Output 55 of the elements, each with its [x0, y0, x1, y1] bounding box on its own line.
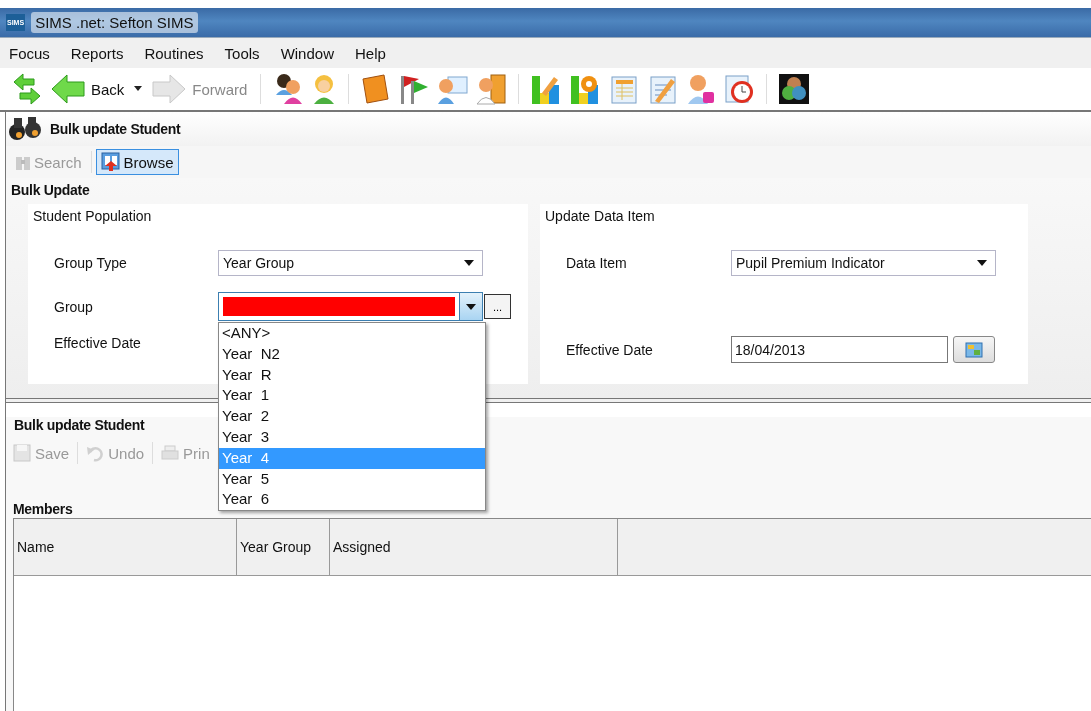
back-button[interactable]: Back: [49, 74, 127, 104]
caret-icon: [466, 303, 476, 310]
dropdown-option[interactable]: Year R: [219, 364, 485, 386]
book-icon[interactable]: [360, 73, 391, 105]
menu-item[interactable]: Tools: [224, 44, 260, 62]
menu-item[interactable]: Help: [355, 44, 386, 62]
field-label: Data Item: [566, 255, 628, 271]
calendar-icon: [965, 341, 983, 358]
field-label: Effective Date: [54, 335, 142, 351]
person-badge-icon[interactable]: [686, 73, 717, 105]
menu-item[interactable]: Routines: [144, 44, 204, 62]
menu-item[interactable]: Window: [280, 44, 334, 62]
printer-icon: [161, 445, 180, 461]
menu-item[interactable]: Focus: [9, 44, 50, 62]
members-title: Members: [13, 501, 73, 518]
column-header[interactable]: Name: [14, 519, 237, 575]
dropdown-option[interactable]: Year 3: [219, 427, 485, 448]
document-clock-icon[interactable]: [723, 73, 756, 105]
binoculars-icon: [8, 116, 44, 142]
data-item-dropdown[interactable]: Pupil Premium Indicator: [731, 250, 996, 276]
section-title: Bulk Update: [11, 182, 90, 200]
calendar-button[interactable]: [953, 336, 995, 363]
field-label: Group Type: [54, 255, 128, 271]
person-door-icon[interactable]: [475, 73, 508, 105]
window-title: SIMS .net: Sefton SIMS: [31, 12, 198, 33]
browse-icon: [100, 152, 121, 172]
section-title: Bulk update Student: [14, 417, 145, 435]
group-type-dropdown[interactable]: Year Group: [218, 250, 483, 276]
column-header[interactable]: Assigned: [330, 519, 618, 575]
page-title: Bulk update Student: [50, 121, 181, 137]
menu-item[interactable]: Reports: [70, 44, 124, 62]
forward-arrow-icon: [152, 74, 187, 104]
undo-icon: [86, 444, 105, 462]
caret-icon: [464, 260, 474, 266]
column-header[interactable]: Year Group: [237, 519, 330, 575]
field-label: Effective Date: [566, 341, 654, 358]
circles-icon[interactable]: [778, 73, 811, 105]
dropdown-option[interactable]: Year N2: [219, 343, 485, 365]
caret-icon[interactable]: [133, 86, 144, 92]
date-field[interactable]: 18/04/2013: [731, 336, 948, 363]
dropdown-option[interactable]: Year 5: [219, 468, 485, 490]
group-dropdown[interactable]: [218, 292, 483, 321]
browse-button[interactable]: ...: [484, 294, 511, 319]
dropdown-option[interactable]: Year 6: [219, 489, 485, 511]
dropdown-option[interactable]: Year 2: [219, 406, 485, 427]
group-title: Update Data Item: [544, 207, 656, 226]
caret-icon: [977, 260, 987, 266]
field-label: Group: [54, 298, 94, 315]
person-envelope-icon[interactable]: [436, 73, 469, 105]
dropdown-option[interactable]: <ANY>: [219, 323, 485, 344]
browse-tab[interactable]: Browse: [95, 149, 179, 175]
group-title: Student Population: [32, 207, 153, 226]
back-arrow-icon: [51, 74, 85, 104]
swap-arrows-icon[interactable]: [12, 73, 42, 105]
dropdown-option[interactable]: Year 1: [219, 385, 485, 407]
